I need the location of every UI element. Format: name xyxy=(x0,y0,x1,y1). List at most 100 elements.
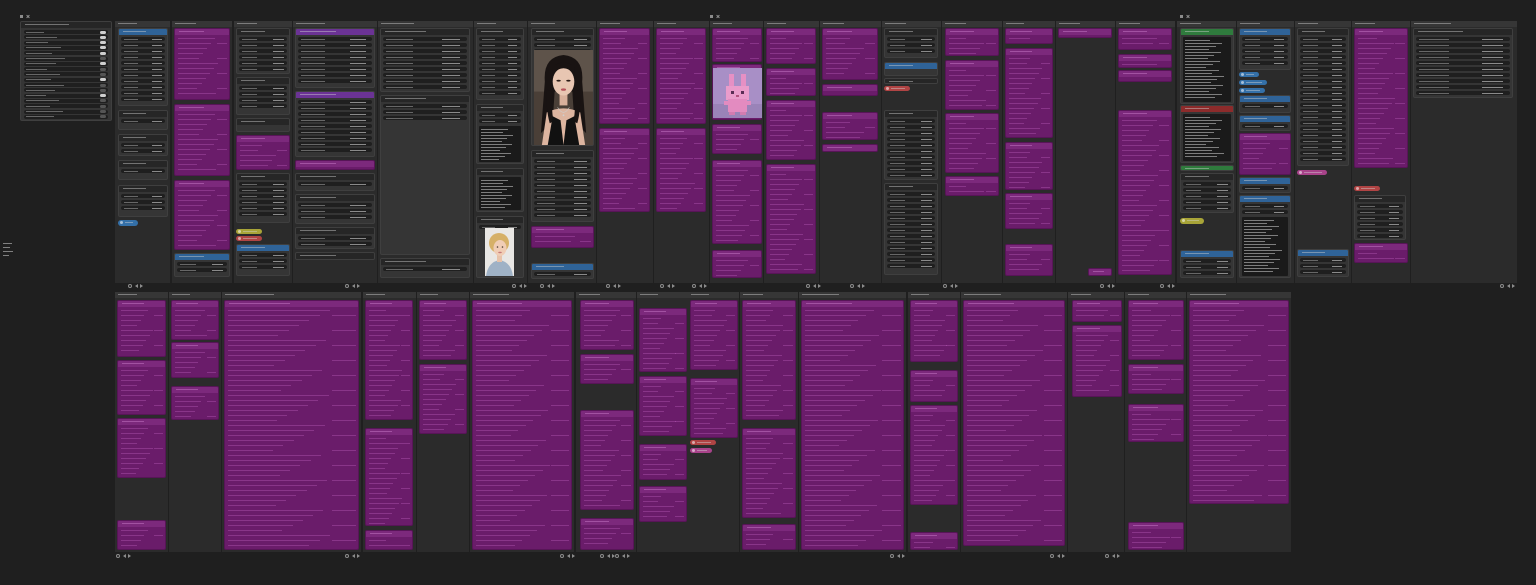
node-widget-value[interactable] xyxy=(1395,133,1405,134)
node-widget[interactable] xyxy=(239,259,287,263)
node-widget[interactable] xyxy=(1009,108,1034,109)
node-widget[interactable] xyxy=(121,55,165,59)
node-widget[interactable] xyxy=(1122,135,1146,136)
node-widget[interactable] xyxy=(805,420,878,421)
node-widget[interactable] xyxy=(949,168,974,169)
node-title-bar[interactable] xyxy=(172,343,218,349)
workflow-node[interactable] xyxy=(884,78,938,84)
node-widget[interactable] xyxy=(746,320,766,321)
node-widget[interactable] xyxy=(643,343,664,344)
bypassed-node[interactable] xyxy=(742,428,796,518)
node-widget-value[interactable] xyxy=(1395,58,1405,59)
bypassed-node[interactable] xyxy=(171,386,219,420)
node-widget[interactable] xyxy=(121,458,146,459)
bypassed-node[interactable] xyxy=(656,28,706,124)
node-widget[interactable] xyxy=(1132,355,1160,356)
node-widget-value[interactable] xyxy=(783,488,793,489)
node-title-bar[interactable] xyxy=(237,119,289,125)
node-widget[interactable] xyxy=(239,98,287,102)
node-widget[interactable] xyxy=(584,310,620,311)
bypassed-node[interactable] xyxy=(822,144,878,152)
bypassed-node[interactable] xyxy=(171,300,219,340)
node-widget[interactable] xyxy=(603,193,626,194)
node-widget[interactable] xyxy=(826,48,864,49)
toggle-switch-icon[interactable] xyxy=(100,110,106,113)
node-title-bar[interactable] xyxy=(1240,116,1290,122)
node-widget[interactable] xyxy=(694,418,714,419)
node-widget[interactable] xyxy=(603,93,626,94)
node-widget[interactable] xyxy=(476,415,541,416)
node-widget-value[interactable] xyxy=(207,401,216,402)
node-widget[interactable] xyxy=(1132,374,1151,375)
node-widget[interactable] xyxy=(298,136,372,140)
node-widget[interactable] xyxy=(1358,103,1392,104)
fit-view-icon[interactable] xyxy=(615,554,619,558)
node-widget-value[interactable] xyxy=(804,130,813,131)
node-widget[interactable] xyxy=(694,355,723,356)
node-widget[interactable] xyxy=(1122,210,1153,211)
node-widget[interactable] xyxy=(121,453,150,454)
bypassed-node[interactable] xyxy=(945,28,999,56)
bypassed-node[interactable] xyxy=(945,60,999,110)
node-widget[interactable] xyxy=(1183,271,1231,275)
node-widget-value[interactable] xyxy=(332,345,356,346)
node-title-bar[interactable] xyxy=(1129,405,1183,411)
node-widget[interactable] xyxy=(887,161,935,165)
node-widget[interactable] xyxy=(805,405,857,406)
node-widget[interactable] xyxy=(1416,61,1510,65)
node-widget[interactable] xyxy=(967,350,1043,351)
node-widget[interactable] xyxy=(476,475,535,476)
node-widget[interactable] xyxy=(1009,213,1042,214)
node-widget[interactable] xyxy=(1076,355,1094,356)
node-title-bar[interactable] xyxy=(946,61,998,67)
bypassed-node[interactable] xyxy=(365,530,413,550)
node-widget[interactable] xyxy=(240,160,272,161)
node-widget[interactable] xyxy=(660,138,687,139)
node-widget[interactable] xyxy=(423,325,452,326)
node-widget[interactable] xyxy=(240,150,258,151)
node-widget-value[interactable] xyxy=(455,379,464,380)
node-widget[interactable] xyxy=(643,469,670,470)
fit-view-icon[interactable] xyxy=(128,284,132,288)
node-widget[interactable] xyxy=(121,79,165,83)
node-title-bar[interactable] xyxy=(1240,196,1290,202)
node-widget-value[interactable] xyxy=(551,375,569,376)
node-widget[interactable] xyxy=(1243,143,1270,144)
node-widget[interactable] xyxy=(1300,103,1346,107)
node-widget-value[interactable] xyxy=(621,330,631,331)
node-widget[interactable] xyxy=(746,415,779,416)
node-widget[interactable] xyxy=(770,93,795,94)
node-widget-value[interactable] xyxy=(675,459,684,460)
node-widget-value[interactable] xyxy=(277,165,287,166)
node-widget[interactable] xyxy=(476,510,525,511)
node-widget[interactable] xyxy=(967,330,1030,331)
node-widget[interactable] xyxy=(1193,360,1253,361)
node-widget[interactable] xyxy=(1132,350,1164,351)
node-widget[interactable] xyxy=(1009,162,1042,163)
node-widget[interactable] xyxy=(1357,228,1403,232)
node-widget[interactable] xyxy=(239,194,287,198)
node-widget[interactable] xyxy=(479,37,521,41)
group-toolbar[interactable] xyxy=(1100,284,1116,288)
node-widget[interactable] xyxy=(967,520,1041,521)
node-title-bar[interactable] xyxy=(1129,523,1183,529)
node-widget[interactable] xyxy=(660,143,683,144)
chevron-right-icon[interactable] xyxy=(1062,554,1065,558)
chevron-left-icon[interactable] xyxy=(813,284,816,288)
node-widget[interactable] xyxy=(178,139,218,140)
collapse-dot-icon[interactable] xyxy=(886,87,889,90)
node-widget[interactable] xyxy=(967,400,1009,401)
node-title-bar[interactable] xyxy=(420,365,466,371)
chevron-left-icon[interactable] xyxy=(352,284,355,288)
node-widget[interactable] xyxy=(1132,419,1170,420)
node-widget[interactable] xyxy=(228,325,299,326)
node-widget[interactable] xyxy=(423,414,455,415)
collapsed-node[interactable] xyxy=(1239,80,1267,85)
node-widget[interactable] xyxy=(1132,320,1166,321)
bypassed-node[interactable] xyxy=(1354,243,1408,263)
node-widget[interactable] xyxy=(746,380,763,381)
node-widget[interactable] xyxy=(1357,210,1403,214)
node-widget[interactable] xyxy=(369,395,385,396)
node-widget[interactable] xyxy=(967,325,1038,326)
node-widget-value[interactable] xyxy=(551,405,569,406)
